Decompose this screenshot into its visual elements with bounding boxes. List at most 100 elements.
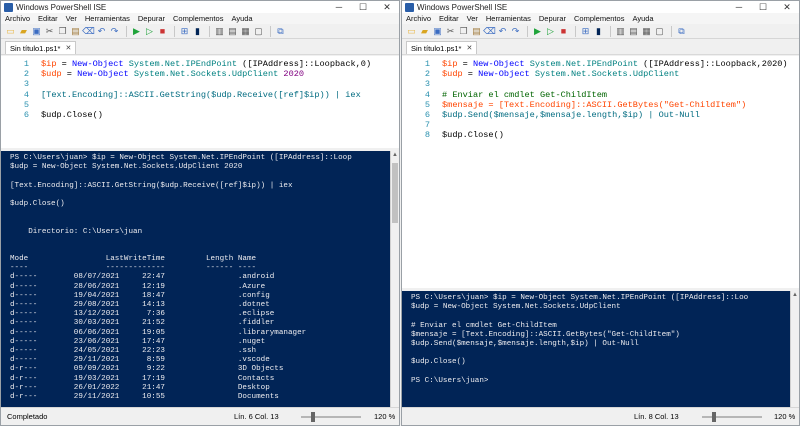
console-scrollbar[interactable]: ▲ (790, 291, 799, 407)
menu-editar[interactable]: Editar (439, 14, 459, 23)
scroll-thumb[interactable] (392, 163, 398, 223)
zoom-slider-knob[interactable] (311, 412, 315, 422)
run-selection-icon[interactable]: ▷ (545, 26, 556, 37)
menu-archivo[interactable]: Archivo (406, 14, 431, 23)
console-pane[interactable]: PS C:\Users\juan> $ip = New-Object Syste… (402, 291, 791, 407)
title-bar: Windows PowerShell ISE ─ ☐ ✕ (1, 1, 399, 13)
powershell-ise-icon (405, 2, 414, 12)
undo-icon[interactable]: ↶ (497, 26, 508, 37)
line-number: 5 (23, 99, 29, 110)
tab-close-icon[interactable]: ✕ (466, 44, 472, 52)
window-controls: ─ ☐ ✕ (727, 1, 799, 13)
scroll-up-icon[interactable]: ▲ (391, 151, 399, 160)
toolbar: ▭ ▰ ▣ ✂ ❐ ▤ ⌫ ↶ ↷ ▶ ▷ ■ ⊞ ▮ ▥ ▤ ▦ ▢ ⧉ (1, 24, 399, 39)
code-line-8: $udp.Close() (442, 130, 504, 141)
line-number: 4 (23, 89, 29, 100)
zoom-slider[interactable] (301, 412, 361, 422)
line-number: 8 (424, 130, 430, 141)
save-icon[interactable]: ▣ (31, 26, 42, 37)
code-line-1: $ip = New-Object System.Net.IPEndPoint (… (442, 59, 788, 69)
scroll-up-icon[interactable]: ▲ (791, 291, 799, 300)
redo-icon[interactable]: ↷ (109, 26, 120, 37)
menu-editar[interactable]: Editar (38, 14, 58, 23)
paste-icon[interactable]: ▤ (70, 26, 81, 37)
cut-icon[interactable]: ✂ (445, 26, 456, 37)
layout-icon[interactable]: ▦ (240, 26, 251, 37)
layout-icon[interactable]: ▢ (253, 26, 264, 37)
console-line: PS C:\Users\juan> $ip = New-Object Syste… (10, 154, 352, 162)
tab-close-icon[interactable]: ✕ (65, 44, 71, 52)
remote-icon[interactable]: ⊞ (179, 26, 190, 37)
new-icon[interactable]: ▭ (406, 26, 417, 37)
menu-herramientas[interactable]: Herramientas (486, 14, 531, 23)
run-selection-icon[interactable]: ▷ (144, 26, 155, 37)
layout-icon[interactable]: ▤ (628, 26, 639, 37)
console-line: PS C:\Users\juan> $ip = New-Object Syste… (411, 294, 749, 302)
stop-icon[interactable]: ■ (157, 26, 168, 37)
maximize-icon[interactable]: ☐ (751, 1, 775, 13)
line-number: 6 (424, 109, 430, 120)
clear-icon[interactable]: ⌫ (483, 26, 496, 37)
menu-ayuda[interactable]: Ayuda (231, 14, 252, 23)
help-icon[interactable]: ⧉ (676, 26, 687, 37)
console-scrollbar[interactable]: ▲ (390, 151, 399, 407)
menu-depurar[interactable]: Depurar (138, 14, 165, 23)
menu-ver[interactable]: Ver (467, 14, 478, 23)
menu-ayuda[interactable]: Ayuda (632, 14, 653, 23)
copy-icon[interactable]: ❐ (458, 26, 469, 37)
layout-icon[interactable]: ▤ (227, 26, 238, 37)
window-controls: ─ ☐ ✕ (327, 1, 399, 13)
code-editor[interactable]: $ip = New-Object System.Net.IPEndPoint (… (442, 56, 799, 141)
minimize-icon[interactable]: ─ (727, 1, 751, 13)
layout-icon[interactable]: ▥ (615, 26, 626, 37)
tab-sin-titulo1[interactable]: Sin título1.ps1* ✕ (5, 41, 77, 54)
save-icon[interactable]: ▣ (432, 26, 443, 37)
start-powershell-icon[interactable]: ▮ (593, 26, 604, 37)
menu-herramientas[interactable]: Herramientas (85, 14, 130, 23)
run-icon[interactable]: ▶ (532, 26, 543, 37)
help-icon[interactable]: ⧉ (275, 26, 286, 37)
menu-ver[interactable]: Ver (66, 14, 77, 23)
right-ise-window: Windows PowerShell ISE ─ ☐ ✕ Archivo Edi… (401, 0, 800, 426)
menu-complementos[interactable]: Complementos (574, 14, 624, 23)
stop-icon[interactable]: ■ (558, 26, 569, 37)
undo-icon[interactable]: ↶ (96, 26, 107, 37)
cut-icon[interactable]: ✂ (44, 26, 55, 37)
menu-archivo[interactable]: Archivo (5, 14, 30, 23)
layout-icon[interactable]: ▦ (641, 26, 652, 37)
clear-icon[interactable]: ⌫ (82, 26, 95, 37)
zoom-slider-knob[interactable] (712, 412, 716, 422)
code-editor[interactable]: $ip = New-Object System.Net.IPEndPoint (… (41, 56, 399, 120)
tab-sin-titulo1[interactable]: Sin título1.ps1* ✕ (406, 41, 478, 54)
maximize-icon[interactable]: ☐ (351, 1, 375, 13)
open-icon[interactable]: ▰ (18, 26, 29, 37)
tab-label: Sin título1.ps1* (411, 43, 462, 53)
minimize-icon[interactable]: ─ (327, 1, 351, 13)
zoom-slider[interactable] (702, 412, 762, 422)
console-line: d-r--- 09/09/2021 9:22 3D Objects (10, 365, 284, 374)
toolbar-separator (610, 25, 611, 37)
toolbar-separator (126, 25, 127, 37)
layout-icon[interactable]: ▢ (654, 26, 665, 37)
script-pane[interactable]: 1 2 3 4 5 6 7 8 $ip = New-Object System.… (402, 56, 799, 288)
redo-icon[interactable]: ↷ (510, 26, 521, 37)
paste-icon[interactable]: ▤ (471, 26, 482, 37)
copy-icon[interactable]: ❐ (57, 26, 68, 37)
powershell-ise-icon (4, 2, 13, 12)
script-pane[interactable]: 1 2 3 4 5 6 $ip = New-Object System.Net.… (1, 56, 399, 148)
menu-depurar[interactable]: Depurar (539, 14, 566, 23)
layout-icon[interactable]: ▥ (214, 26, 225, 37)
menu-complementos[interactable]: Complementos (173, 14, 223, 23)
close-icon[interactable]: ✕ (375, 1, 399, 13)
open-icon[interactable]: ▰ (419, 26, 430, 37)
start-powershell-icon[interactable]: ▮ (192, 26, 203, 37)
run-icon[interactable]: ▶ (131, 26, 142, 37)
remote-icon[interactable]: ⊞ (580, 26, 591, 37)
console-pane[interactable]: PS C:\Users\juan> $ip = New-Object Syste… (1, 151, 391, 407)
console-line: ---- ------------- ------ ---- (10, 264, 257, 273)
new-icon[interactable]: ▭ (5, 26, 16, 37)
close-icon[interactable]: ✕ (775, 1, 799, 13)
line-number: 3 (424, 79, 430, 90)
console-line: d----- 19/04/2021 18:47 .config (10, 291, 270, 300)
